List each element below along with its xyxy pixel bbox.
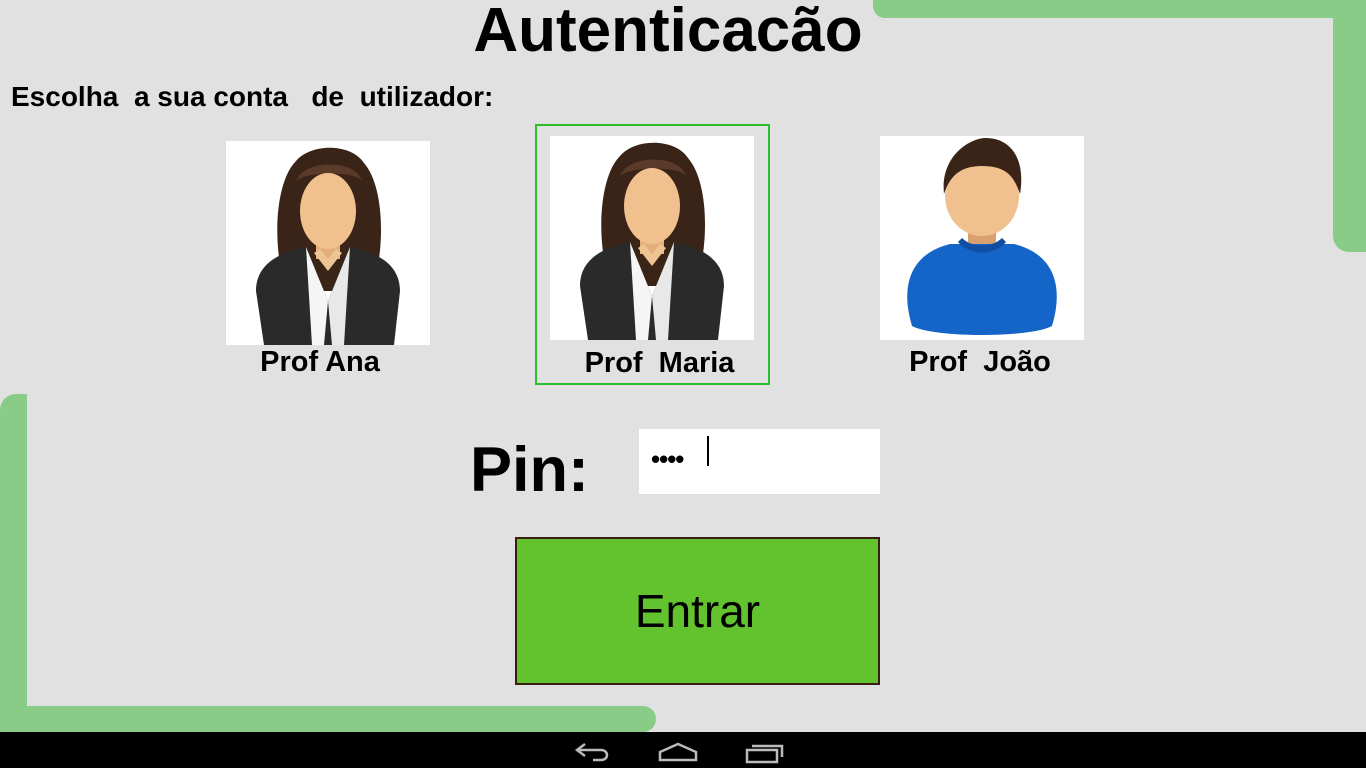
text-caret: [707, 436, 709, 466]
back-icon[interactable]: [563, 732, 623, 768]
recent-apps-icon[interactable]: [735, 732, 795, 768]
male-avatar-icon: [880, 136, 1084, 340]
decorative-stripe-right: [1333, 0, 1366, 252]
account-card-maria[interactable]: Prof Maria: [535, 124, 770, 385]
page-title: Autenticacão: [473, 0, 863, 65]
account-prompt: Escolha a sua conta de utilizador:: [11, 81, 494, 112]
home-icon[interactable]: [648, 732, 708, 768]
navigation-bar: [0, 732, 1366, 768]
enter-button[interactable]: Entrar: [515, 537, 880, 685]
female-avatar-icon: [226, 141, 430, 345]
female-avatar-icon: [550, 136, 754, 340]
pin-input[interactable]: ••••: [639, 429, 880, 494]
account-name: Prof Maria: [584, 347, 735, 379]
pin-label: Pin:: [470, 435, 589, 505]
account-name: Prof João: [909, 346, 1051, 378]
decorative-stripe-bottom: [0, 706, 656, 732]
account-name: Prof Ana: [260, 346, 380, 378]
enter-button-label: Entrar: [634, 585, 761, 637]
decorative-stripe-left: [0, 394, 27, 732]
account-card-joao[interactable]: Prof João: [880, 136, 1084, 381]
pin-value: ••••: [651, 444, 684, 474]
account-card-ana[interactable]: Prof Ana: [226, 141, 430, 381]
